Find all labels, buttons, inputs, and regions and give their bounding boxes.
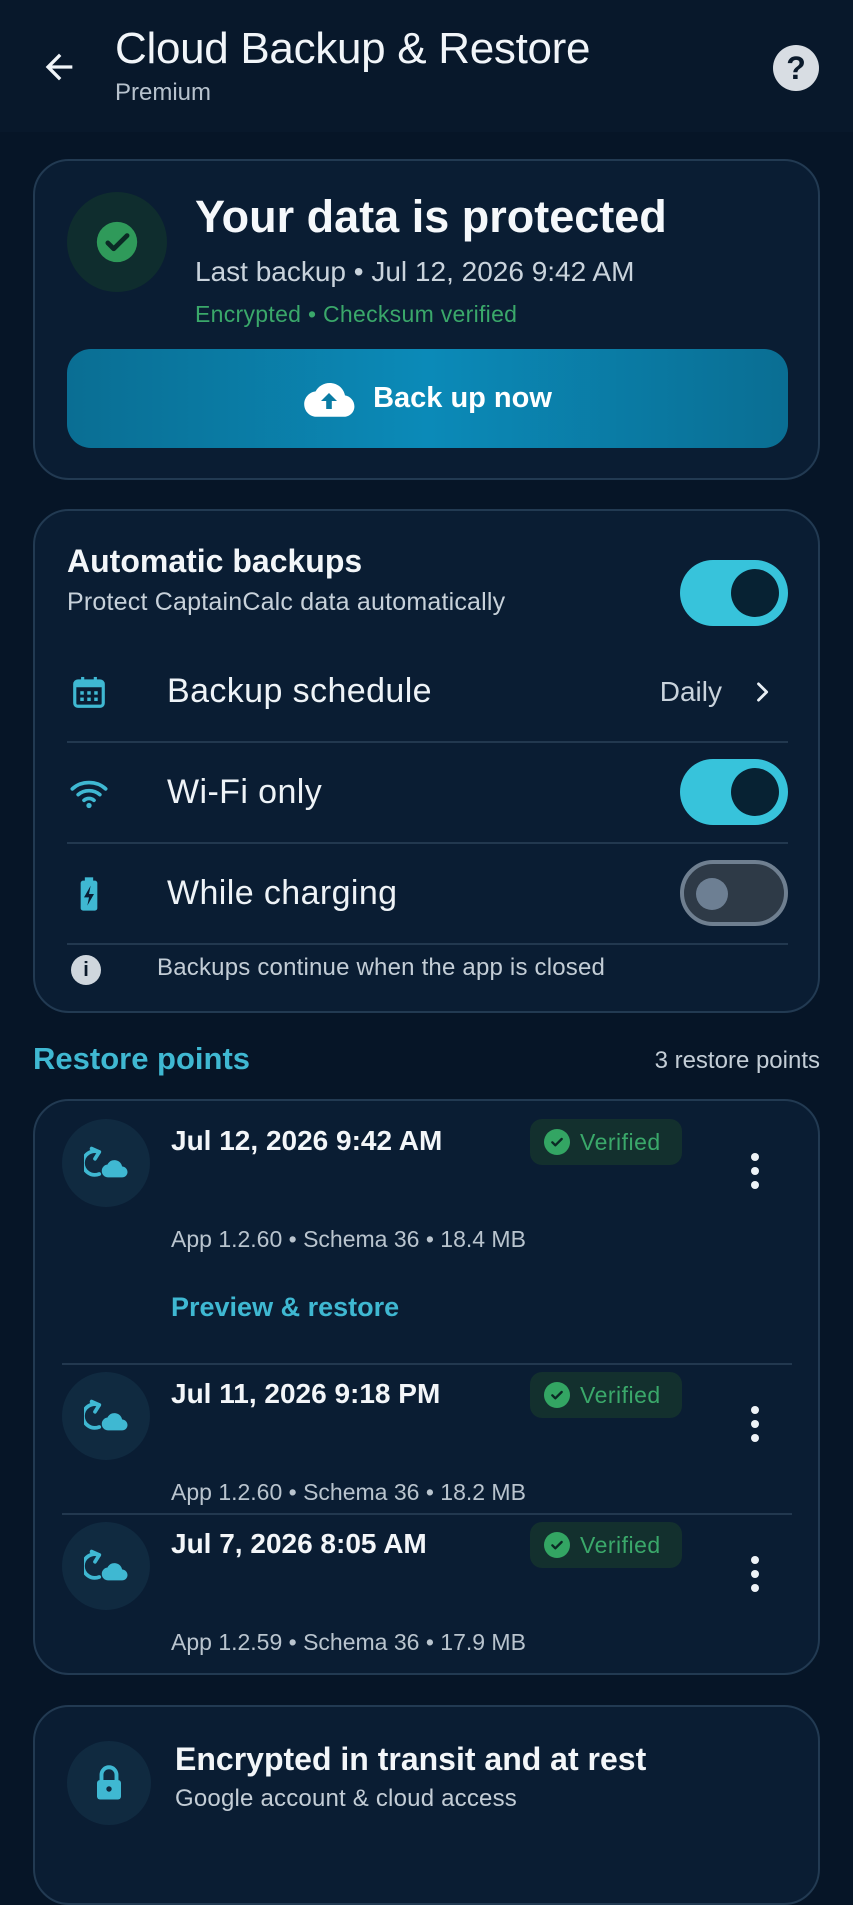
help-button[interactable]: ? bbox=[773, 45, 819, 91]
arrow-back-icon bbox=[45, 53, 73, 81]
info-icon: i bbox=[71, 955, 101, 985]
restore-point-meta: App 1.2.60 • Schema 36 • 18.4 MB bbox=[171, 1226, 526, 1252]
back-button[interactable] bbox=[30, 38, 88, 96]
more-vert-icon[interactable] bbox=[735, 1549, 775, 1599]
verified-label: Verified bbox=[580, 1128, 661, 1155]
back-up-now-label: Back up now bbox=[373, 382, 552, 414]
status-title: Your data is protected bbox=[195, 191, 667, 242]
restore-point-date: Jul 12, 2026 9:42 AM bbox=[171, 1125, 443, 1156]
while-charging-label: While charging bbox=[167, 874, 398, 912]
toggle-knob bbox=[696, 878, 728, 910]
battery-charging-icon bbox=[67, 872, 111, 916]
lock-icon bbox=[67, 1741, 151, 1825]
encryption-subtitle: Google account & cloud access bbox=[175, 1785, 517, 1812]
wifi-only-row: Wi-Fi only bbox=[67, 743, 788, 843]
toggle-knob bbox=[731, 768, 779, 816]
verified-badge: Verified bbox=[530, 1522, 682, 1568]
more-vert-icon[interactable] bbox=[735, 1399, 775, 1449]
chevron-right-icon bbox=[744, 672, 780, 712]
restore-points-heading: Restore points bbox=[33, 1041, 251, 1076]
check-icon bbox=[544, 1382, 570, 1408]
page-subtitle: Premium bbox=[115, 79, 212, 106]
restore-points-count: 3 restore points bbox=[654, 1047, 820, 1074]
verified-label: Verified bbox=[580, 1381, 661, 1408]
restore-point-meta: App 1.2.59 • Schema 36 • 17.9 MB bbox=[171, 1629, 526, 1655]
wifi-only-label: Wi-Fi only bbox=[167, 773, 323, 811]
cloud-upload-icon bbox=[304, 382, 355, 417]
last-backup-text: Last backup • Jul 12, 2026 9:42 AM bbox=[195, 256, 635, 287]
help-icon: ? bbox=[786, 49, 806, 86]
check-icon bbox=[96, 221, 138, 263]
divider bbox=[67, 943, 788, 945]
cloud-restore-icon bbox=[62, 1522, 150, 1610]
automatic-backups-toggle[interactable] bbox=[680, 560, 788, 626]
automatic-backups-title: Automatic backups bbox=[67, 543, 363, 579]
verified-label: Verified bbox=[580, 1531, 661, 1558]
backup-schedule-label: Backup schedule bbox=[167, 672, 432, 710]
automatic-backups-card: Automatic backups Protect CaptainCalc da… bbox=[33, 509, 820, 1013]
while-charging-toggle[interactable] bbox=[680, 860, 788, 926]
backup-schedule-row[interactable]: Backup schedule Daily bbox=[67, 642, 788, 742]
while-charging-row: While charging bbox=[67, 844, 788, 944]
restore-point-date: Jul 7, 2026 8:05 AM bbox=[171, 1528, 427, 1559]
verified-badge: Verified bbox=[530, 1119, 682, 1165]
status-icon-circle bbox=[67, 192, 167, 292]
verified-badge: Verified bbox=[530, 1372, 682, 1418]
security-status: Encrypted • Checksum verified bbox=[195, 301, 518, 327]
page-title: Cloud Backup & Restore bbox=[115, 24, 591, 73]
app-bar: Cloud Backup & Restore Premium ? bbox=[0, 0, 853, 132]
cloud-restore-icon bbox=[62, 1119, 150, 1207]
encryption-info-card: Encrypted in transit and at rest Google … bbox=[33, 1705, 820, 1905]
more-vert-icon[interactable] bbox=[735, 1146, 775, 1196]
background-backup-note: i Backups continue when the app is close… bbox=[67, 949, 788, 1009]
check-icon bbox=[544, 1129, 570, 1155]
check-icon bbox=[544, 1532, 570, 1558]
background-backup-text: Backups continue when the app is closed bbox=[157, 954, 606, 981]
restore-point-meta: App 1.2.60 • Schema 36 • 18.2 MB bbox=[171, 1479, 526, 1505]
divider bbox=[62, 1363, 792, 1365]
toggle-knob bbox=[731, 569, 779, 617]
wifi-only-toggle[interactable] bbox=[680, 759, 788, 825]
backup-status-card: Your data is protected Last backup • Jul… bbox=[33, 159, 820, 480]
preview-restore-link[interactable]: Preview & restore bbox=[171, 1292, 399, 1323]
restore-points-card: Jul 12, 2026 9:42 AM Verified App 1.2.60… bbox=[33, 1099, 820, 1675]
wifi-icon bbox=[67, 771, 111, 815]
restore-point-date: Jul 11, 2026 9:18 PM bbox=[171, 1378, 441, 1409]
divider bbox=[62, 1513, 792, 1515]
backup-schedule-value: Daily bbox=[659, 676, 722, 707]
cloud-restore-icon bbox=[62, 1372, 150, 1460]
automatic-backups-subtitle: Protect CaptainCalc data automatically bbox=[67, 588, 506, 616]
calendar-icon bbox=[67, 670, 111, 714]
back-up-now-button[interactable]: Back up now bbox=[67, 349, 788, 448]
encryption-title: Encrypted in transit and at rest bbox=[175, 1741, 647, 1777]
